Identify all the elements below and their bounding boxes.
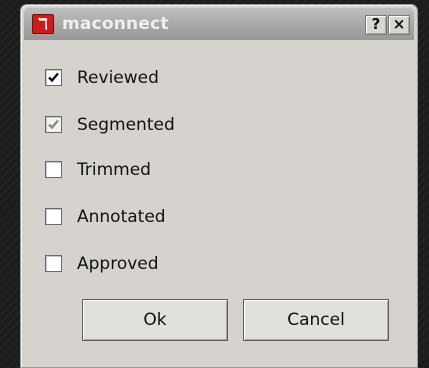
checkbox-label: Annotated <box>77 207 166 227</box>
close-button[interactable]: × <box>388 15 410 35</box>
checkbox-box[interactable] <box>45 208 62 225</box>
checkbox-label: Reviewed <box>77 68 159 88</box>
checkbox-label: Segmented <box>77 115 175 135</box>
ok-button[interactable]: Ok <box>82 299 228 341</box>
title-bar[interactable]: ℸ maconnect ? × <box>24 8 414 40</box>
checkbox-box[interactable] <box>45 255 62 272</box>
checkbox-box[interactable] <box>45 116 62 133</box>
checkbox-segmented[interactable]: Segmented <box>45 114 245 138</box>
checkmark-icon <box>48 72 59 83</box>
maconnect-dialog: ℸ maconnect ? × Reviewed Segmented Trimm… <box>20 4 418 368</box>
checkbox-annotated[interactable]: Annotated <box>45 206 245 230</box>
checkbox-box[interactable] <box>45 161 62 178</box>
checkbox-trimmed[interactable]: Trimmed <box>45 159 245 183</box>
checkbox-approved[interactable]: Approved <box>45 253 245 277</box>
checkbox-label: Trimmed <box>77 160 151 180</box>
checkbox-reviewed[interactable]: Reviewed <box>45 67 245 91</box>
checkmark-icon <box>48 119 59 130</box>
app-logo-icon: ℸ <box>32 14 54 34</box>
window-title: maconnect <box>62 14 169 34</box>
help-button[interactable]: ? <box>365 15 387 35</box>
checkbox-box[interactable] <box>45 69 62 86</box>
cancel-button[interactable]: Cancel <box>243 299 389 341</box>
checkbox-label: Approved <box>77 254 159 274</box>
